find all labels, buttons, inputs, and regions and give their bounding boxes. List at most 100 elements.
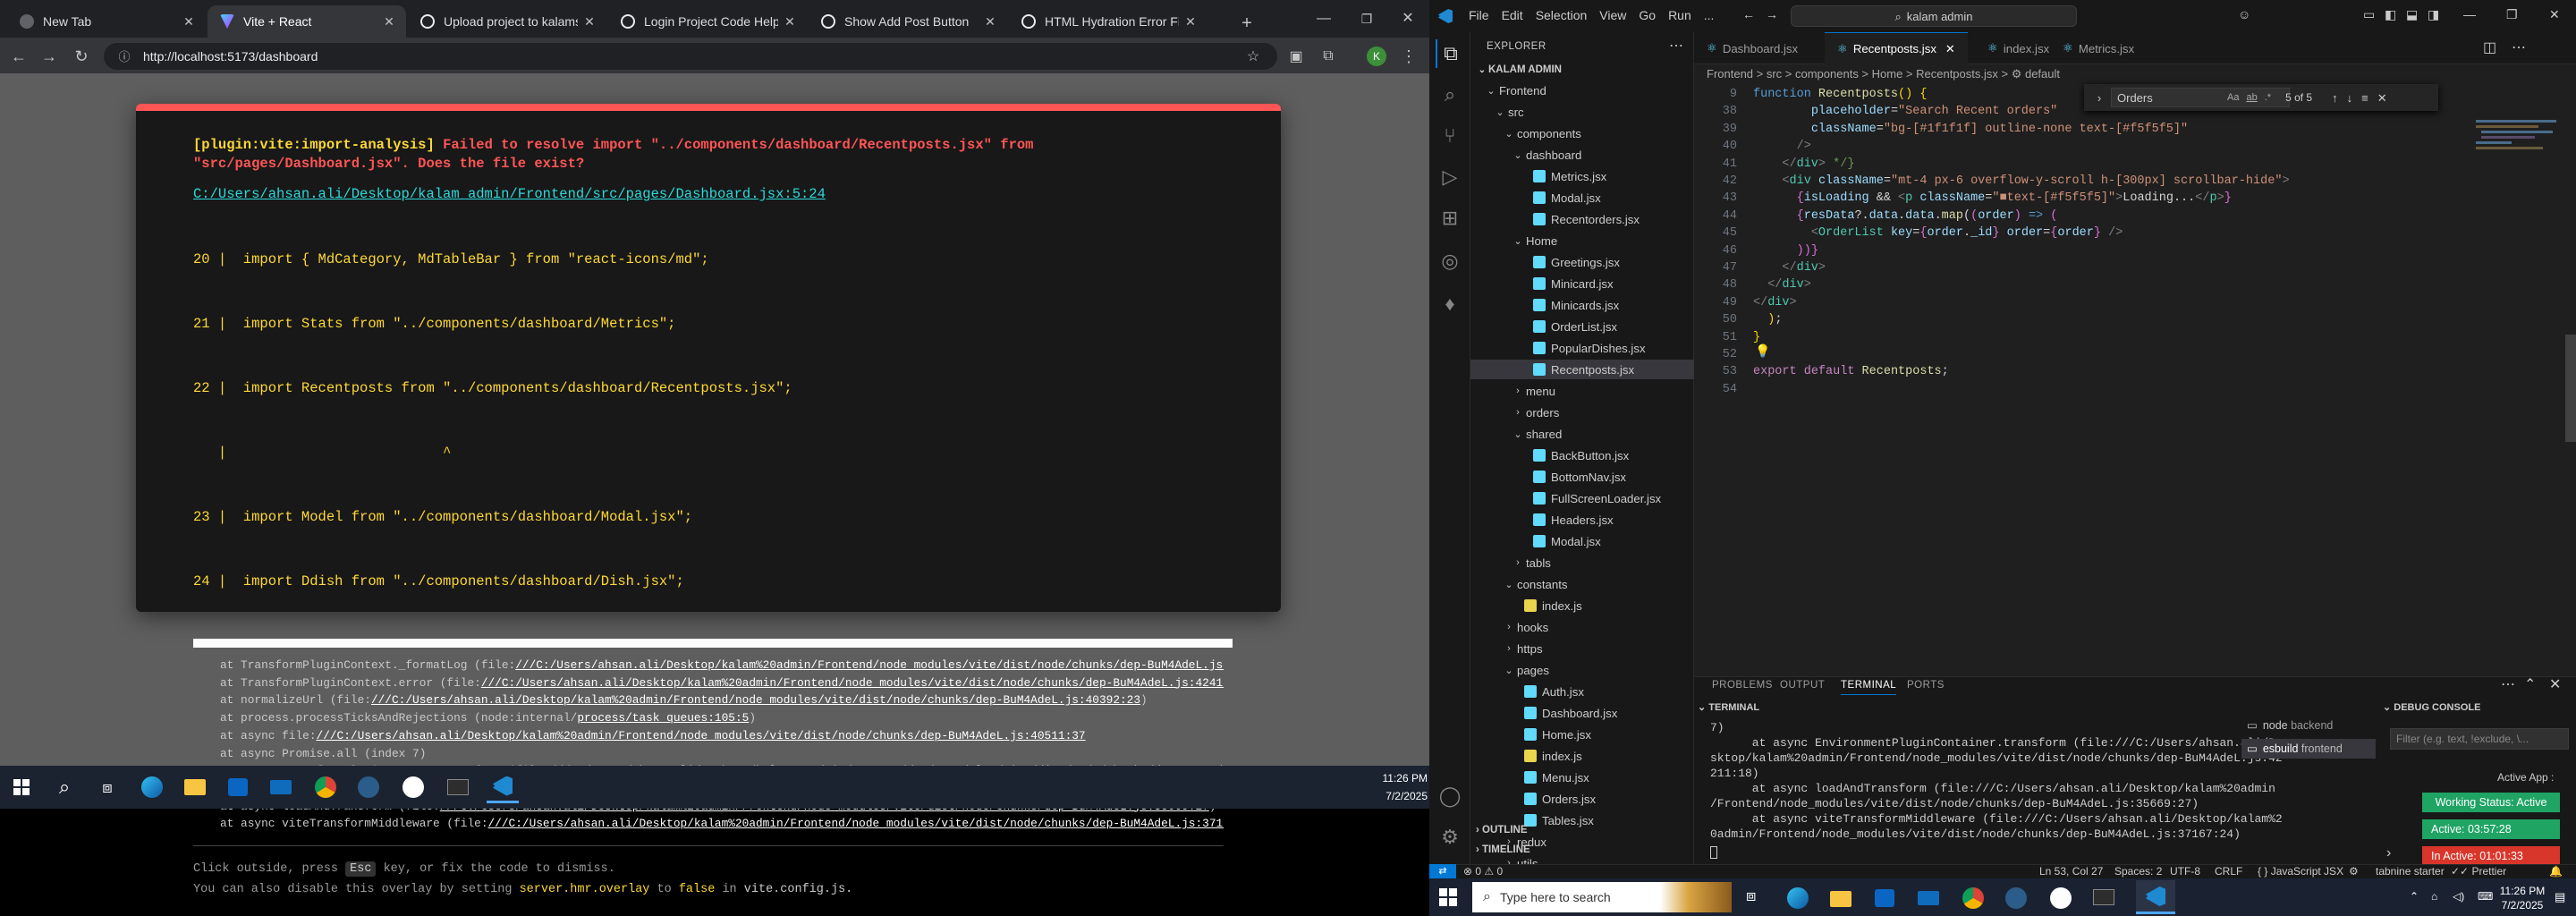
task-view-icon[interactable]: ⧈ bbox=[91, 771, 123, 803]
file-explorer-icon[interactable] bbox=[179, 771, 211, 803]
extensions-icon[interactable]: ⊞ bbox=[1436, 204, 1464, 233]
tree-folder[interactable]: ⌄ pages bbox=[1470, 660, 1694, 680]
tree-file[interactable]: Menu.jsx bbox=[1470, 768, 1694, 787]
tree-folder[interactable]: › tabls bbox=[1470, 553, 1694, 572]
network-icon[interactable]: ⌂ bbox=[2431, 891, 2437, 902]
windows-start-icon[interactable] bbox=[5, 771, 38, 803]
maximize-panel-icon[interactable]: ⌃ bbox=[2524, 678, 2536, 692]
reload-icon[interactable]: ↻ bbox=[68, 43, 95, 70]
tab-recentposts[interactable]: ⚛ Recentposts.jsx ✕ bbox=[1825, 32, 1968, 64]
back-icon[interactable]: ← bbox=[5, 43, 32, 70]
code-line[interactable]: </div> */} bbox=[1753, 156, 1854, 173]
account-icon[interactable]: ◯ bbox=[1436, 782, 1464, 810]
tab-metrics[interactable]: ⚛ Metrics.jsx bbox=[2050, 32, 2147, 64]
chrome-icon[interactable] bbox=[309, 771, 342, 803]
search-icon[interactable]: ⌕ bbox=[48, 771, 80, 803]
whole-word-icon[interactable]: ab bbox=[2246, 92, 2257, 103]
tab-index[interactable]: ⚛ index.jsx bbox=[1975, 32, 2062, 64]
previous-match-icon[interactable]: ↑ bbox=[2332, 92, 2338, 104]
next-match-icon[interactable]: ↓ bbox=[2347, 92, 2353, 104]
more-actions-icon[interactable]: ⋯ bbox=[2512, 41, 2526, 55]
close-tab-icon[interactable]: ✕ bbox=[377, 14, 401, 30]
maximize-icon[interactable]: ❐ bbox=[2506, 8, 2518, 21]
tree-file[interactable]: BottomNav.jsx bbox=[1470, 467, 1694, 487]
extension-icon[interactable]: ▣ bbox=[1283, 43, 1309, 70]
toggle-secondary-icon[interactable]: ◨ bbox=[2428, 8, 2439, 21]
edge-icon[interactable] bbox=[136, 771, 168, 803]
tree-folder[interactable]: ⌄ Home bbox=[1470, 231, 1694, 250]
app-icon[interactable] bbox=[397, 771, 429, 803]
tree-file[interactable]: Recentorders.jsx bbox=[1470, 209, 1694, 229]
run-debug-icon[interactable]: ▷ bbox=[1436, 163, 1464, 191]
stack-link[interactable]: ///C:/Users/ahsan.ali/Desktop/kalam%20ad… bbox=[481, 676, 1224, 690]
tree-file[interactable]: Dashboard.jsx bbox=[1470, 703, 1694, 723]
close-tab-icon[interactable]: ✕ bbox=[177, 14, 200, 30]
error-file-link[interactable]: C:/Users/ahsan.ali/Desktop/kalam_admin/F… bbox=[193, 186, 1224, 202]
source-control-icon[interactable]: ⑂ bbox=[1436, 122, 1464, 150]
task-view-icon[interactable]: ⧈ bbox=[1746, 887, 1756, 903]
stack-link[interactable]: ///C:/Users/ahsan.ali/Desktop/kalam%20ad… bbox=[488, 817, 1224, 830]
github-icon[interactable]: ◎ bbox=[1436, 247, 1464, 276]
copilot-icon[interactable]: ☺ bbox=[2238, 8, 2250, 21]
tree-file[interactable]: Orders.jsx bbox=[1470, 789, 1694, 809]
tree-folder[interactable]: › menu bbox=[1470, 381, 1694, 401]
mail-icon[interactable] bbox=[265, 771, 297, 803]
avatar[interactable]: K bbox=[1363, 43, 1390, 70]
tree-file[interactable]: Minicards.jsx bbox=[1470, 295, 1694, 315]
language-status[interactable]: { } JavaScript JSX bbox=[2258, 864, 2343, 878]
stack-link[interactable]: ///C:/Users/ahsan.ali/Desktop/kalam%20ad… bbox=[515, 658, 1224, 672]
vscode-icon[interactable] bbox=[2136, 880, 2175, 914]
tab-upload-project[interactable]: Upload project to kalams.org ✕ bbox=[408, 5, 606, 38]
tree-file[interactable]: Modal.jsx bbox=[1470, 188, 1694, 208]
close-tab-icon[interactable]: ✕ bbox=[1179, 14, 1202, 30]
edge-icon[interactable] bbox=[1787, 887, 1809, 909]
close-tab-icon[interactable]: ✕ bbox=[578, 14, 601, 30]
menu-edit[interactable]: Edit bbox=[1502, 8, 1523, 22]
minimize-icon[interactable]: — bbox=[1311, 9, 1336, 29]
indentation-status[interactable]: Spaces: 2 bbox=[2114, 864, 2162, 878]
notifications-bell-icon[interactable]: 🔔 bbox=[2549, 864, 2563, 878]
app-icon[interactable] bbox=[2050, 887, 2072, 909]
outline-section[interactable]: › OUTLINE bbox=[1476, 825, 1528, 835]
tab-problems[interactable]: PROBLEMS bbox=[1712, 680, 1773, 691]
close-icon[interactable]: ✕ bbox=[1395, 9, 1420, 29]
store-icon[interactable] bbox=[1875, 889, 1894, 907]
menu-file[interactable]: File bbox=[1469, 8, 1489, 22]
problems-status[interactable]: ⊗ 0 ⚠ 0 bbox=[1463, 864, 1503, 878]
stack-link[interactable]: process/task_queues:105:5 bbox=[577, 711, 749, 725]
tree-file[interactable]: Greetings.jsx bbox=[1470, 252, 1694, 272]
close-tab-icon[interactable]: ✕ bbox=[979, 14, 1002, 30]
tab-vite-react[interactable]: Vite + React ✕ bbox=[208, 5, 406, 38]
menu-go[interactable]: Go bbox=[1639, 8, 1656, 22]
more-actions-icon[interactable]: ⋯ bbox=[2501, 678, 2515, 692]
more-menu-icon[interactable]: ⋮ bbox=[1395, 43, 1422, 70]
tree-file[interactable]: index.js bbox=[1470, 746, 1694, 766]
eol-status[interactable]: CRLF bbox=[2215, 864, 2242, 878]
tree-file[interactable]: Modal.jsx bbox=[1470, 531, 1694, 551]
tree-folder[interactable]: ⌄ shared bbox=[1470, 424, 1694, 444]
tree-file[interactable]: index.js bbox=[1470, 596, 1694, 615]
close-find-icon[interactable]: ✕ bbox=[2377, 92, 2387, 104]
stack-link[interactable]: ///C:/Users/ahsan.ali/Desktop/kalam%20ad… bbox=[371, 693, 1140, 707]
code-line[interactable]: <OrderList key={order._id} order={order}… bbox=[1753, 225, 2123, 242]
tree-file[interactable]: Home.jsx bbox=[1470, 725, 1694, 744]
code-line[interactable]: {resData?.data.data.map((order) => ( bbox=[1753, 208, 2058, 225]
tree-file[interactable]: OrderList.jsx bbox=[1470, 317, 1694, 336]
terminal-icon[interactable] bbox=[2093, 889, 2114, 905]
timeline-section[interactable]: › TIMELINE bbox=[1476, 844, 1530, 855]
tree-folder[interactable]: ⌄ constants bbox=[1470, 574, 1694, 594]
toggle-sidebar-icon[interactable]: ◧ bbox=[2385, 8, 2396, 21]
mongodb-leaf-icon[interactable]: ♦ bbox=[1436, 290, 1464, 318]
tree-folder[interactable]: › hooks bbox=[1470, 617, 1694, 637]
tree-folder[interactable]: ⌄ components bbox=[1470, 123, 1694, 143]
address-bar[interactable]: ⓘ http://localhost:5173/dashboard bbox=[104, 43, 1277, 70]
tab-output[interactable]: OUTPUT bbox=[1780, 680, 1825, 691]
tree-folder[interactable]: › https bbox=[1470, 639, 1694, 658]
find-widget[interactable]: › Orders Aa ab .* 5 of 5 ↑ ↓ ≡ ✕ bbox=[2084, 84, 2438, 111]
tab-terminal[interactable]: TERMINAL bbox=[1841, 680, 1897, 695]
minimize-icon[interactable]: — bbox=[2463, 8, 2476, 21]
remote-icon[interactable]: ⇄ bbox=[1429, 864, 1456, 878]
command-center[interactable]: ⌕ kalam admin bbox=[1791, 5, 2077, 27]
terminal-icon[interactable] bbox=[442, 771, 474, 803]
terminal-section[interactable]: ⌄ TERMINAL bbox=[1698, 701, 1759, 713]
